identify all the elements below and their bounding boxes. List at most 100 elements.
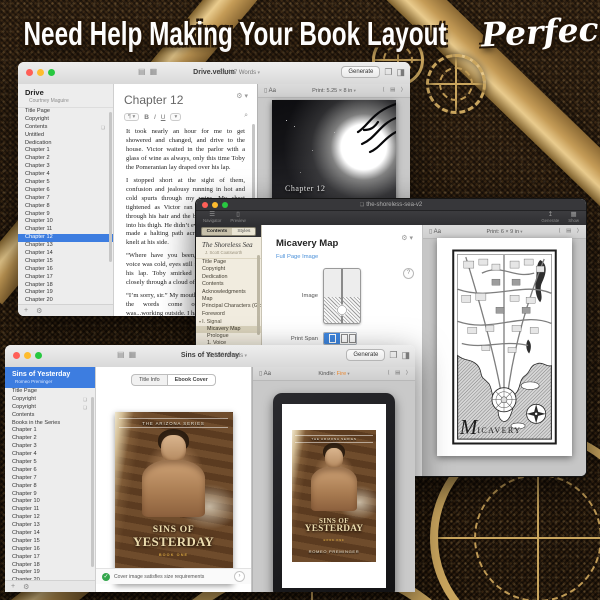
bold-button[interactable]: B [144, 114, 149, 121]
sidebar-item[interactable]: Chapter 5 [5, 459, 95, 467]
sidebar-item[interactable]: Principal Characters (Glo… [196, 303, 261, 310]
sidebar-item[interactable]: Chapter 3 [5, 443, 95, 451]
tab-contents[interactable]: Contents [201, 227, 233, 236]
sidebar-item[interactable]: Chapter 2 [5, 435, 95, 443]
sidebar-item[interactable]: Dedication [196, 274, 261, 281]
sidebar-item[interactable]: Contents [5, 412, 95, 420]
scrollbar[interactable] [257, 255, 260, 335]
search-icon[interactable]: ⌕ [244, 112, 248, 120]
word-count-menu[interactable]: 78,858 Words [206, 353, 247, 359]
sidebar-item[interactable]: Chapter 6 [18, 187, 113, 195]
sidebar-item[interactable]: Chapter 2 [18, 155, 113, 163]
help-button[interactable]: ? [403, 268, 414, 279]
sidebar-item[interactable]: Chapter 17 [18, 274, 113, 282]
book-header[interactable]: The Shoreless Sea J. Scott Coatsworth [196, 237, 261, 259]
span-two-page-option[interactable] [340, 333, 356, 344]
titlebar[interactable]: ▤ ▦ Sins of Yesterday 78,858 Words Gener… [5, 345, 415, 368]
sidebar-item[interactable]: Contents [18, 124, 113, 132]
settings-gear-icon[interactable]: ⚙ [36, 307, 42, 315]
tab-ebook-cover[interactable]: Ebook Cover [167, 374, 216, 386]
sidebar-item[interactable]: I. Signal [196, 318, 261, 325]
preview-pane-icon[interactable]: ❐ [389, 351, 397, 360]
sidebar-item[interactable]: Chapter 16 [5, 546, 95, 554]
sidebar-item[interactable]: Copyright [18, 116, 113, 124]
sidebar-item[interactable]: Title Page [18, 108, 113, 116]
sidebar-item[interactable]: Acknowledgments [196, 289, 261, 296]
sidebar-item[interactable]: Chapter 8 [5, 483, 95, 491]
sidebar-item[interactable]: Chapter 4 [5, 451, 95, 459]
sidebar-item[interactable]: Foreword [196, 311, 261, 318]
book-header-selected[interactable]: Sins of Yesterday Romeo Preminger [5, 367, 95, 388]
sidebar-item[interactable]: Untitled [18, 132, 113, 140]
tab-title-info[interactable]: Title Info [131, 374, 166, 386]
generate-button[interactable]: ↥ Generate [541, 212, 559, 223]
sidebar-item[interactable]: Chapter 10 [18, 218, 113, 226]
sidebar-item[interactable]: Contents [196, 281, 261, 288]
sidebar-item[interactable]: Chapter 1 [18, 147, 113, 155]
sidebar-item[interactable]: Books in the Series [5, 420, 95, 428]
underline-button[interactable]: U [161, 114, 166, 121]
sidebar-item[interactable]: Chapter 3 [18, 163, 113, 171]
sidebar-item[interactable]: Chapter 6 [5, 467, 95, 475]
add-element-button[interactable]: + [11, 583, 15, 590]
layout-pane-icon[interactable]: ◨ [396, 68, 405, 77]
sidebar-item[interactable]: Chapter 9 [5, 491, 95, 499]
word-count-menu[interactable]: 62,417 Words [219, 70, 260, 76]
sidebar-item[interactable]: Chapter 13 [18, 242, 113, 250]
sidebar-item[interactable]: Copyright [196, 266, 261, 273]
sidebar-item[interactable]: Chapter 14 [5, 530, 95, 538]
minimize-button[interactable] [24, 352, 31, 359]
zoom-button[interactable] [35, 352, 42, 359]
outline-toggle-icon[interactable]: ▦ [129, 351, 137, 359]
traffic-lights[interactable] [13, 352, 42, 359]
page-nav-icons[interactable]: ⟨ ▤ ⟩ [558, 228, 581, 234]
sidebar-item[interactable]: Chapter 11 [18, 226, 113, 234]
scrollbar[interactable] [109, 112, 112, 262]
sidebar-item[interactable]: Chapter 18 [5, 562, 95, 570]
settings-gear-icon[interactable]: ⚙ [23, 583, 29, 591]
tab-styles[interactable]: Styles [232, 227, 256, 236]
navigator-toggle-button[interactable]: ☰ Navigator [203, 212, 221, 223]
sidebar-item[interactable]: Title Page [5, 388, 95, 396]
sidebar-item[interactable]: Map [196, 296, 261, 303]
sidebar-item[interactable]: Prologue [196, 333, 261, 340]
sidebar-item[interactable]: Chapter 1 [5, 427, 95, 435]
sidebar-item[interactable]: Chapter 19 [18, 289, 113, 297]
page-nav-icons[interactable]: ⟨ ▤ ⟩ [387, 370, 410, 376]
sidebar-item[interactable]: Chapter 8 [18, 203, 113, 211]
sidebar-item[interactable]: Chapter 4 [18, 171, 113, 179]
scrollbar[interactable] [91, 397, 94, 567]
show-button[interactable]: ▦ Show [568, 212, 579, 223]
generate-button[interactable]: Generate [341, 66, 380, 78]
sidebar-item[interactable]: Copyright [5, 404, 95, 412]
book-header[interactable]: Drive Courtney Maguire [18, 84, 113, 108]
titlebar[interactable]: ▤ ▦ Drive.vellum 62,417 Words Generate ❐… [18, 62, 410, 85]
sidebar-item[interactable]: Chapter 17 [5, 554, 95, 562]
element-type-link[interactable]: Full Page Image [262, 251, 422, 260]
sidebar-item[interactable]: Chapter 7 [18, 195, 113, 203]
sidebar-item[interactable]: Chapter 9 [18, 211, 113, 219]
sidebar-item[interactable]: Chapter 13 [5, 522, 95, 530]
generate-button[interactable]: Generate [346, 349, 385, 361]
sidebar-item[interactable]: Chapter 16 [18, 266, 113, 274]
titlebar[interactable]: ❏the-shoreless-sea-v2 [196, 199, 586, 211]
sidebar-item[interactable]: Title Page [196, 259, 261, 266]
preview-pane-icon[interactable]: ❐ [384, 68, 392, 77]
sidebar-toggle-icon[interactable]: ▤ [138, 68, 146, 76]
span-single-page-option[interactable] [324, 333, 340, 344]
element-gear-icon[interactable]: ⚙ ▾ [401, 234, 413, 242]
map-image-well[interactable] [323, 268, 361, 324]
sidebar-item[interactable]: Chapter 18 [18, 282, 113, 290]
more-styles-button[interactable]: ▾ [170, 113, 181, 121]
traffic-lights[interactable] [26, 69, 55, 76]
sidebar-item[interactable]: Micavery Map [196, 326, 261, 333]
zoom-button[interactable] [48, 69, 55, 76]
sidebar-item[interactable]: Chapter 7 [5, 475, 95, 483]
sidebar-item[interactable]: Chapter 11 [5, 506, 95, 514]
status-detail-button[interactable]: › [234, 571, 245, 582]
sidebar-item[interactable]: Chapter 15 [5, 538, 95, 546]
minimize-button[interactable] [37, 69, 44, 76]
sidebar-item[interactable]: Chapter 19 [5, 569, 95, 577]
layout-pane-icon[interactable]: ◨ [401, 351, 410, 360]
page-nav-icons[interactable]: ⟨ ▤ ⟩ [382, 87, 405, 93]
